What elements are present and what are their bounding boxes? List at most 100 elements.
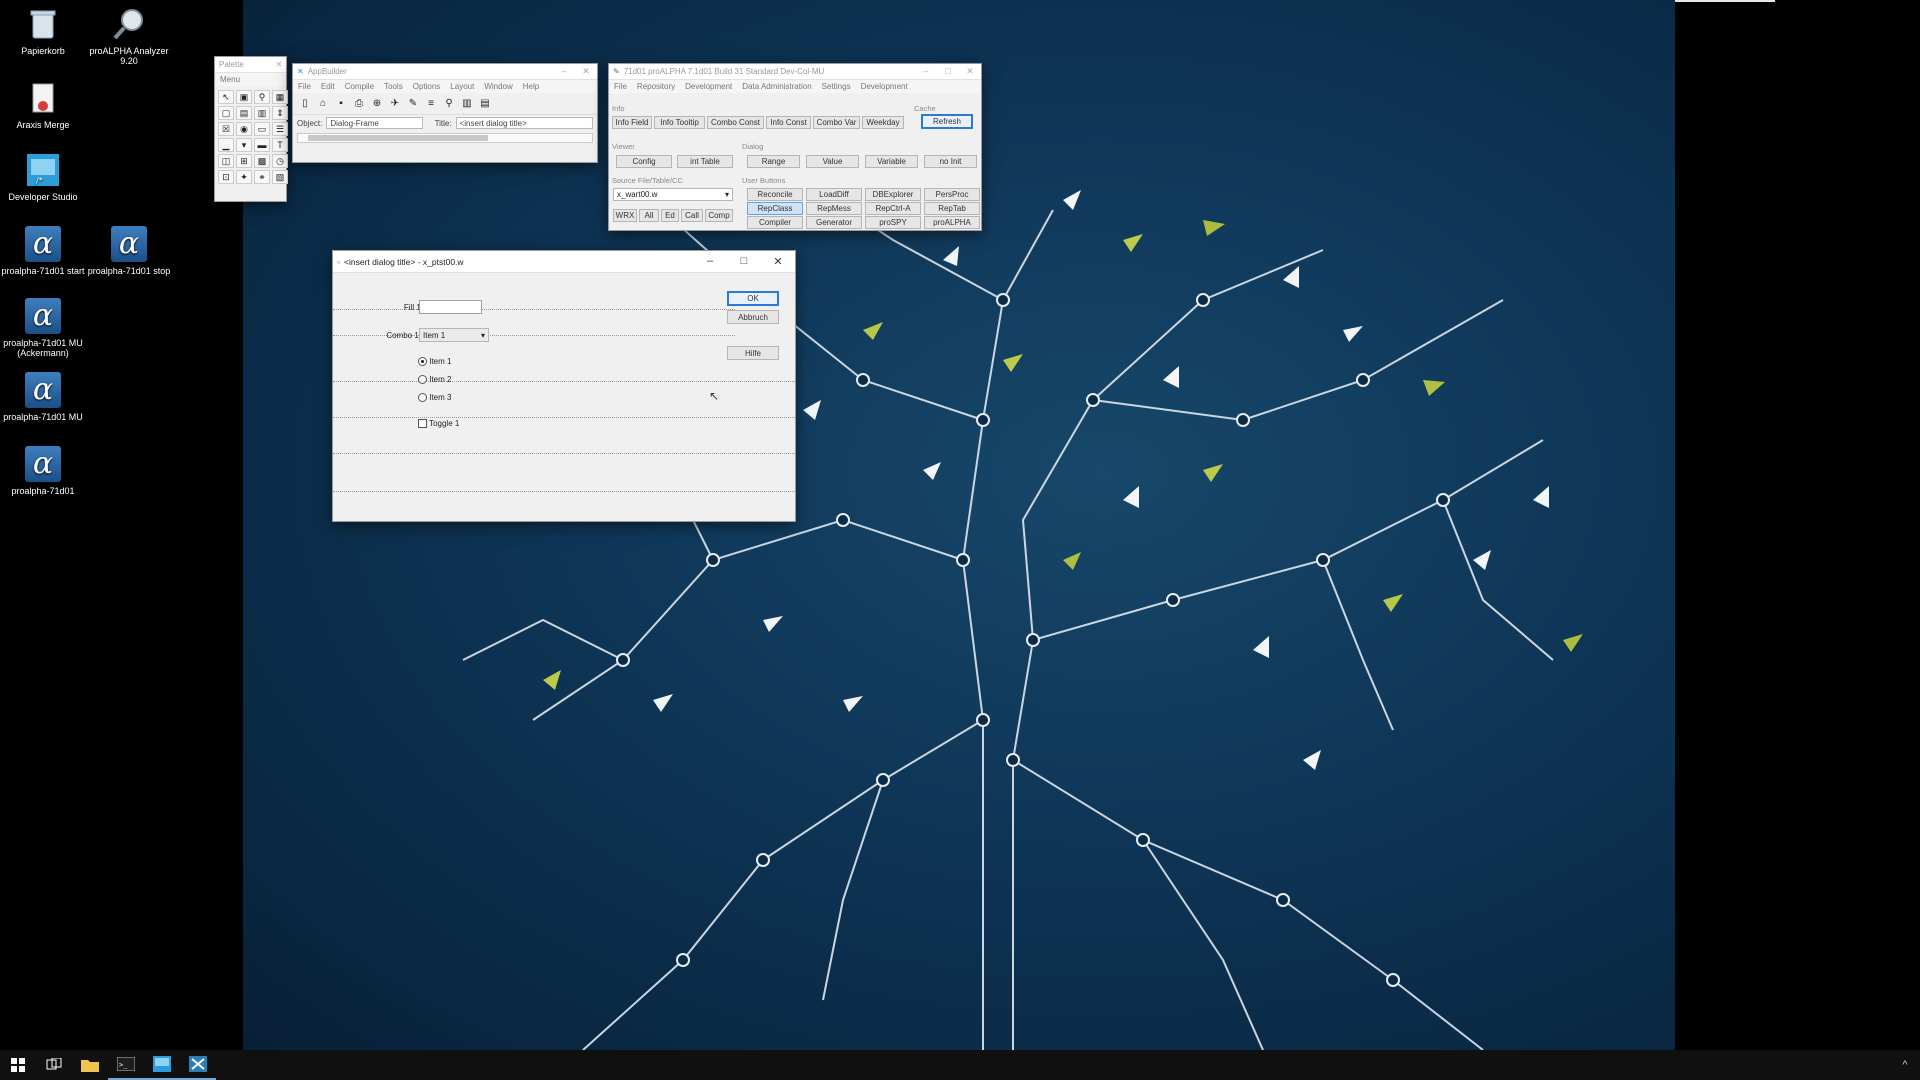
info-const-button[interactable]: Info Const <box>766 116 811 129</box>
new-file-icon[interactable]: ▯ <box>297 96 313 111</box>
dialog-titlebar[interactable]: ▫ <insert dialog title> - x_ptst00.w – □… <box>333 251 795 273</box>
link-tool-icon[interactable]: ⚭ <box>254 170 270 184</box>
dbexplorer-button[interactable]: DBExplorer <box>865 188 921 201</box>
menu-layout[interactable]: Layout <box>450 82 474 91</box>
desktop-icon-proalpha[interactable]: α proalpha-71d01 <box>0 446 86 496</box>
query-tool-icon[interactable]: ⚲ <box>254 90 270 104</box>
menu-development[interactable]: Development <box>685 82 732 91</box>
palette-menu[interactable]: Menu <box>220 75 240 84</box>
minimize-icon[interactable]: – <box>553 66 575 77</box>
radio-button[interactable] <box>418 357 427 367</box>
wrx-button[interactable]: WRX <box>613 209 637 222</box>
windows-start-icon[interactable] <box>0 1050 36 1080</box>
run-icon[interactable]: ✈ <box>387 96 403 111</box>
wizard-tool-icon[interactable]: ✦ <box>236 170 252 184</box>
call-button[interactable]: Call <box>681 209 703 222</box>
toggle-1[interactable]: Toggle 1 <box>418 419 459 429</box>
title-field[interactable]: <insert dialog title> <box>455 117 593 129</box>
database-tool-icon[interactable]: ▥ <box>254 106 270 120</box>
menu-file[interactable]: File <box>298 82 311 91</box>
refresh-button[interactable]: Refresh <box>921 114 973 129</box>
compiler-button[interactable]: Compiler <box>747 216 803 229</box>
edit-icon[interactable]: ✎ <box>405 96 421 111</box>
cancel-button[interactable]: Abbruch <box>727 310 779 324</box>
radio-button[interactable] <box>418 375 427 385</box>
ed-button[interactable]: Ed <box>661 209 679 222</box>
close-icon[interactable]: ✕ <box>575 66 597 77</box>
rectangle-tool-icon[interactable]: ▢ <box>218 106 234 120</box>
repmess-button[interactable]: RepMess <box>806 202 862 215</box>
variable-button[interactable]: Variable <box>865 155 918 168</box>
repctrl-a-button[interactable]: RepCtrl-A <box>865 202 921 215</box>
menu-help[interactable]: Help <box>523 82 539 91</box>
text-tool-icon[interactable]: T <box>272 138 288 152</box>
object-field[interactable]: Dialog-Frame <box>326 117 423 129</box>
print-icon[interactable]: ⎙ <box>351 96 367 111</box>
radio-item-2[interactable]: Item 2 <box>418 375 451 385</box>
smart-object-tool-icon[interactable]: ⊞ <box>236 154 252 168</box>
open-folder-icon[interactable]: ⌂ <box>315 96 331 111</box>
radio-tool-icon[interactable]: ◉ <box>236 122 252 136</box>
pointer-tool-icon[interactable]: ↖ <box>218 90 234 104</box>
save-icon[interactable]: ▪ <box>333 96 349 111</box>
button-tool-icon[interactable]: ▬ <box>254 138 270 152</box>
desktop-icon-araxis-merge[interactable]: Araxis Merge <box>0 80 86 130</box>
scrollbar-thumb[interactable] <box>308 135 488 141</box>
config-button[interactable]: Config <box>616 155 672 168</box>
desktop-icon-proalpha-analyzer[interactable]: proALPHA Analyzer 9.20 <box>86 6 172 66</box>
help-button[interactable]: Hilfe <box>727 346 779 360</box>
radio-button[interactable] <box>418 393 427 403</box>
task-view-icon[interactable] <box>36 1050 72 1080</box>
image-tool-icon[interactable]: ▤ <box>236 106 252 120</box>
minimize-icon[interactable]: – <box>915 66 937 77</box>
terminal-icon[interactable]: >_ <box>108 1050 144 1080</box>
editor-tool-icon[interactable]: ▭ <box>254 122 270 136</box>
ok-button[interactable]: OK <box>727 291 779 306</box>
search-icon[interactable]: ⚲ <box>441 96 457 111</box>
loaddiff-button[interactable]: LoadDiff <box>806 188 862 201</box>
close-icon[interactable]: ✕ <box>959 66 981 77</box>
reconcile-button[interactable]: Reconcile <box>747 188 803 201</box>
frame-tool-icon[interactable]: ▣ <box>236 90 252 104</box>
desktop-icon-proalpha-start[interactable]: α proalpha-71d01 start <box>0 226 86 276</box>
proalpha-button[interactable]: proALPHA <box>924 216 980 229</box>
custom-tool-icon[interactable]: ⊡ <box>218 170 234 184</box>
appbuilder-titlebar[interactable]: ✕ AppBuilder – ✕ <box>293 64 597 80</box>
desktop-icon-proalpha-mu-ackermann[interactable]: α proalpha-71d01 MU (Ackermann) <box>0 298 86 358</box>
persproc-button[interactable]: PersProc <box>924 188 980 201</box>
devtool-titlebar[interactable]: ✎ 71d01 proALPHA 7.1d01 Build 31 Standar… <box>609 64 981 80</box>
menu-window[interactable]: Window <box>484 82 512 91</box>
comp-button[interactable]: Comp <box>705 209 733 222</box>
toggle-checkbox[interactable] <box>418 419 427 429</box>
generator-button[interactable]: Generator <box>806 216 862 229</box>
close-icon[interactable]: ✕ <box>272 60 286 69</box>
file-explorer-icon[interactable] <box>72 1050 108 1080</box>
clock-tool-icon[interactable]: ◷ <box>272 154 288 168</box>
menu-tools[interactable]: Tools <box>384 82 403 91</box>
list-tool-icon[interactable]: ☰ <box>272 122 288 136</box>
appbuilder-icon[interactable] <box>180 1050 216 1080</box>
fill-1-input[interactable] <box>419 300 482 314</box>
range-button[interactable]: Range <box>747 155 800 168</box>
table-tool-icon[interactable]: ▩ <box>254 154 270 168</box>
minimize-icon[interactable]: – <box>693 255 727 268</box>
menu-data-administration[interactable]: Data Administration <box>742 82 811 91</box>
menu-development-2[interactable]: Development <box>861 82 908 91</box>
all-button[interactable]: All <box>639 209 659 222</box>
repclass-button[interactable]: RepClass <box>747 202 803 215</box>
radio-item-3[interactable]: Item 3 <box>418 393 451 403</box>
combo-var-button[interactable]: Combo Var <box>813 116 860 129</box>
reptab-button[interactable]: RepTab <box>924 202 980 215</box>
menu-options[interactable]: Options <box>413 82 441 91</box>
maximize-icon[interactable]: □ <box>727 255 761 268</box>
ocx-tool-icon[interactable]: ◫ <box>218 154 234 168</box>
horizontal-scrollbar[interactable] <box>297 133 593 143</box>
maximize-icon[interactable]: □ <box>937 66 959 77</box>
radio-item-1[interactable]: Item 1 <box>418 357 451 367</box>
info-field-button[interactable]: Info Field <box>612 116 652 129</box>
desktop-icon-papierkorb[interactable]: Papierkorb <box>0 6 86 56</box>
fill-in-tool-icon[interactable]: ▁ <box>218 138 234 152</box>
palette-titlebar[interactable]: Palette ✕ <box>215 57 286 73</box>
combo-1-select[interactable]: Item 1 ▾ <box>419 328 489 342</box>
int-table-button[interactable]: int Table <box>677 155 733 168</box>
